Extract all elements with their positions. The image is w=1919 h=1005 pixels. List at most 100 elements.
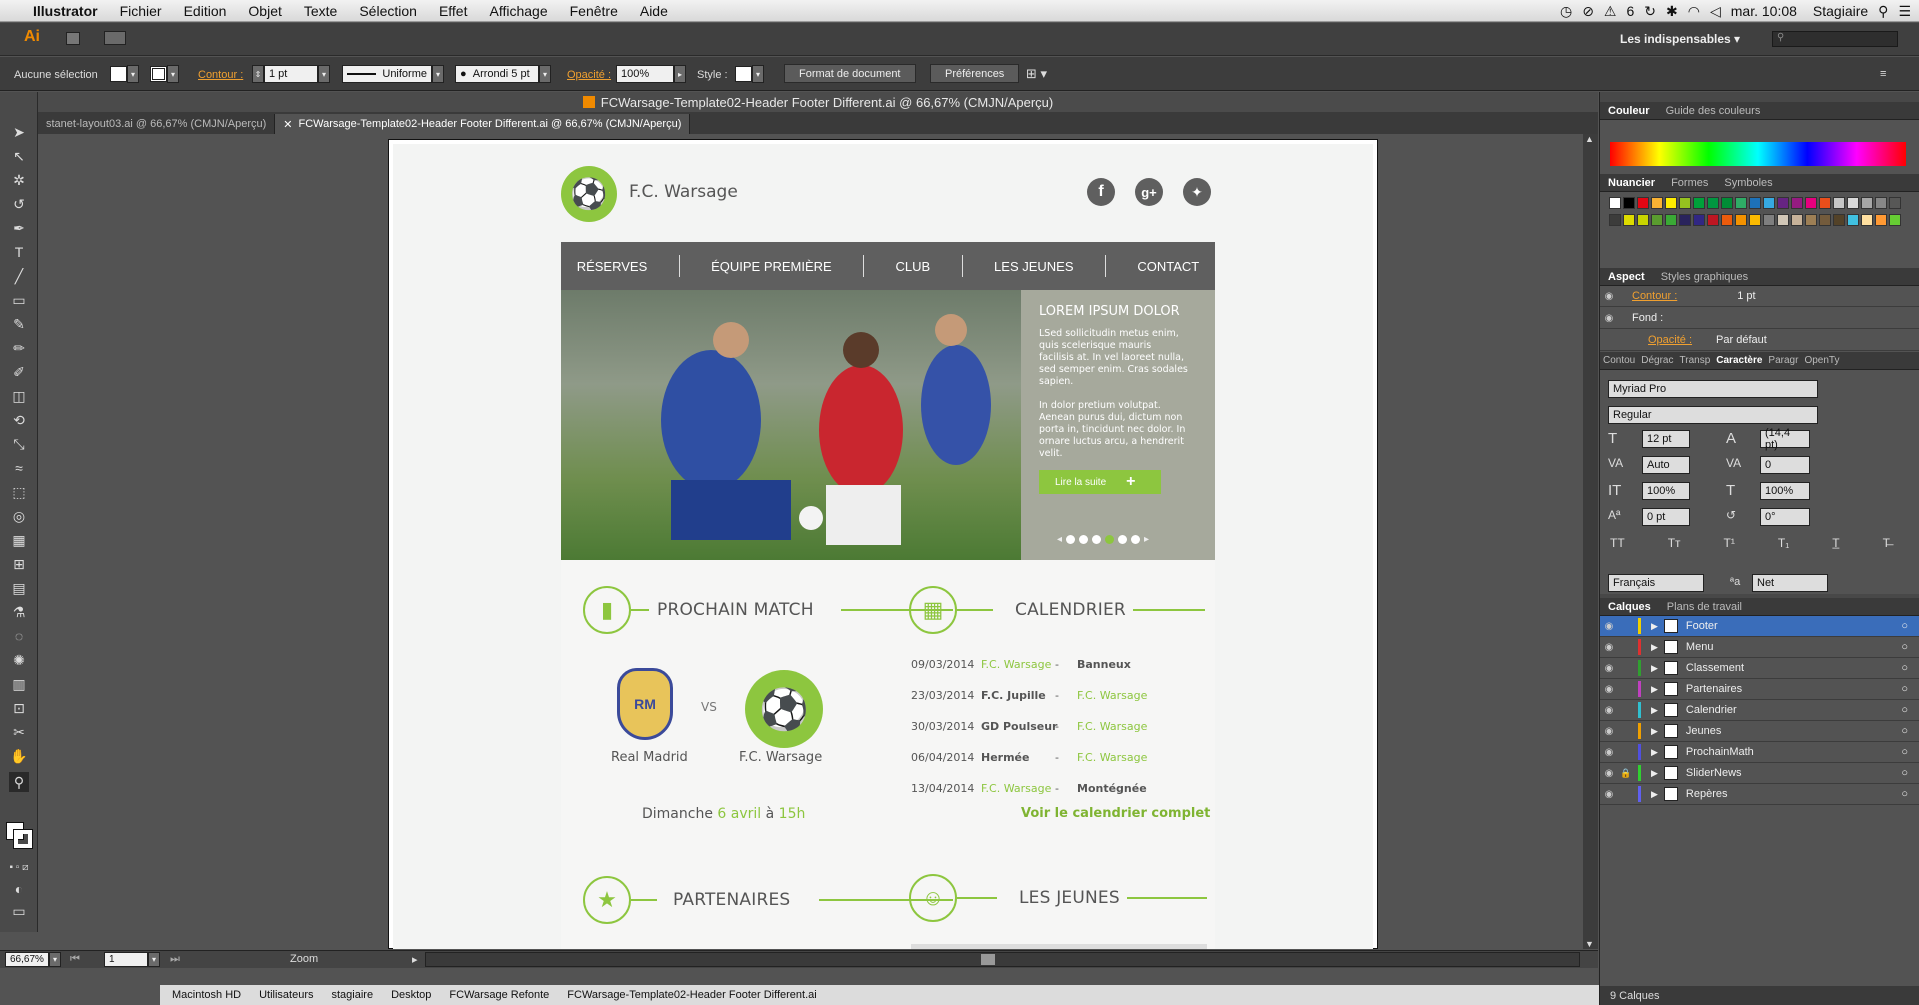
style-swatch[interactable]: ▾ (735, 65, 764, 83)
google-plus-icon[interactable]: g+ (1135, 178, 1163, 206)
target-circle-icon[interactable]: ○ (1901, 704, 1908, 716)
scroll-down-arrow[interactable]: ▼ (1585, 939, 1594, 949)
aspect-row-contour[interactable]: ◉ Contour : 1 pt (1600, 286, 1919, 307)
warp-tool-icon[interactable]: ≈ (9, 458, 29, 478)
nav-equipe-premiere[interactable]: ÉQUIPE PREMIÈRE (711, 259, 832, 274)
tab-close-icon[interactable]: ✕ (283, 118, 292, 131)
slider-dot[interactable] (1066, 535, 1076, 544)
prev-arrow-icon[interactable]: ◂ (1057, 534, 1062, 545)
workspace-switcher[interactable]: Les indispensables ▾ (1620, 32, 1740, 46)
color-swatch[interactable] (1679, 214, 1691, 226)
vertical-scrollbar[interactable]: ▲ ▼ (1583, 134, 1598, 949)
menu-fenetre[interactable]: Fenêtre (559, 3, 629, 19)
target-circle-icon[interactable]: ○ (1901, 767, 1908, 779)
color-swatch[interactable] (1623, 197, 1635, 209)
path-document[interactable]: FCWarsage-Template02-Header Footer Diffe… (567, 989, 816, 1001)
all-caps-icon[interactable]: TT (1610, 536, 1625, 550)
color-mode-icon[interactable]: ▪ ▫ ⧄ (9, 857, 29, 877)
color-swatch[interactable] (1693, 197, 1705, 209)
color-swatch[interactable] (1805, 197, 1817, 209)
slider-dot[interactable] (1079, 535, 1089, 544)
eye-icon[interactable]: ◉ (1600, 313, 1618, 324)
expand-arrow-icon[interactable]: ▶ (1651, 642, 1658, 653)
path-utilisateurs[interactable]: Utilisateurs (259, 989, 313, 1001)
clock[interactable]: mar. 10:08 (1731, 3, 1797, 19)
blob-brush-tool-icon[interactable]: ✐ (9, 362, 29, 382)
search-field[interactable]: ⚲ (1772, 31, 1898, 47)
target-circle-icon[interactable]: ○ (1901, 725, 1908, 737)
rectangle-tool-icon[interactable]: ▭ (9, 290, 29, 310)
free-transform-tool-icon[interactable]: ⬚ (9, 482, 29, 502)
arrange-documents-icon[interactable] (104, 31, 126, 45)
path-stagiaire[interactable]: stagiaire (331, 989, 373, 1001)
expand-arrow-icon[interactable]: ▶ (1651, 747, 1658, 758)
color-swatch[interactable] (1693, 214, 1705, 226)
color-swatch[interactable] (1847, 197, 1859, 209)
app-menu-illustrator[interactable]: Illustrator (22, 3, 109, 19)
tab-formes[interactable]: Formes (1663, 177, 1716, 189)
color-swatch[interactable] (1805, 214, 1817, 226)
stroke-weight-field[interactable]: ⇕ 1 pt ▾ (252, 65, 330, 83)
path-fcwarsage-refonte[interactable]: FCWarsage Refonte (449, 989, 549, 1001)
color-swatch[interactable] (1791, 214, 1803, 226)
rotate-tool-icon[interactable]: ⟲ (9, 410, 29, 430)
notification-icon[interactable]: ☰ (1898, 3, 1911, 20)
language-dropdown[interactable]: Français (1608, 574, 1704, 592)
color-swatch[interactable] (1861, 214, 1873, 226)
eraser-tool-icon[interactable]: ◫ (9, 386, 29, 406)
zoom-dropdown[interactable]: ▾ (49, 952, 61, 967)
color-swatch[interactable] (1749, 197, 1761, 209)
shape-builder-tool-icon[interactable]: ◎ (9, 506, 29, 526)
tracking-field[interactable]: 0 (1760, 456, 1810, 474)
nav-reserves[interactable]: RÉSERVES (577, 259, 648, 274)
font-size-field[interactable]: 12 pt (1642, 430, 1690, 448)
color-swatch[interactable] (1889, 214, 1901, 226)
expand-arrow-icon[interactable]: ▶ (1651, 621, 1658, 632)
color-swatch[interactable] (1637, 197, 1649, 209)
color-swatch[interactable] (1861, 197, 1873, 209)
layer-row[interactable]: ◉ ▶ Menu ○ (1600, 637, 1919, 658)
strikethrough-icon[interactable]: T̶ (1883, 536, 1890, 550)
layer-row[interactable]: ◉ ▶ Classement ○ (1600, 658, 1919, 679)
type-tool-icon[interactable]: T (9, 242, 29, 262)
font-family-field[interactable]: Myriad Pro (1608, 380, 1818, 398)
scale-tool-icon[interactable]: ⤡ (9, 434, 29, 454)
path-desktop[interactable]: Desktop (391, 989, 431, 1001)
lock-toggle[interactable]: 🔒 (1618, 768, 1634, 779)
layer-row[interactable]: ◉ ▶ Footer ○ (1600, 616, 1919, 637)
color-swatch[interactable] (1623, 214, 1635, 226)
eye-icon[interactable]: ◉ (1600, 768, 1618, 779)
tab-calques[interactable]: Calques (1600, 601, 1659, 613)
color-swatch[interactable] (1735, 214, 1747, 226)
layer-row[interactable]: ◉ ▶ Partenaires ○ (1600, 679, 1919, 700)
brush-tool-icon[interactable]: ✎ (9, 314, 29, 334)
eye-icon[interactable]: ◉ (1600, 291, 1618, 302)
pencil-tool-icon[interactable]: ✏ (9, 338, 29, 358)
zoom-field[interactable]: 66,67% (5, 952, 49, 967)
menu-effet[interactable]: Effet (428, 3, 479, 19)
color-swatch[interactable] (1763, 197, 1775, 209)
eye-icon[interactable]: ◉ (1600, 747, 1618, 758)
slice-tool-icon[interactable]: ✂ (9, 722, 29, 742)
nav-les-jeunes[interactable]: LES JEUNES (994, 259, 1073, 274)
blend-tool-icon[interactable]: ◌ (9, 626, 29, 646)
expand-arrow-icon[interactable]: ▶ (1651, 663, 1658, 674)
color-swatch[interactable] (1707, 197, 1719, 209)
color-swatch[interactable] (1749, 214, 1761, 226)
small-caps-icon[interactable]: Tт (1668, 536, 1681, 550)
panel-menu-icon[interactable]: ≡ (1880, 65, 1886, 83)
expand-arrow-icon[interactable]: ▶ (1651, 768, 1658, 779)
color-swatch[interactable] (1777, 197, 1789, 209)
color-swatch[interactable] (1833, 214, 1845, 226)
last-artboard-icon[interactable]: ⏭ (170, 953, 180, 966)
expand-arrow-icon[interactable]: ▶ (1651, 705, 1658, 716)
fill-stroke-indicator[interactable] (6, 822, 33, 849)
brush-dropdown[interactable]: ● Arrondi 5 pt ▾ (455, 65, 551, 83)
color-swatch[interactable] (1763, 214, 1775, 226)
vertical-scale-field[interactable]: 100% (1642, 482, 1690, 500)
underline-icon[interactable]: T̲ (1832, 536, 1839, 550)
eye-icon[interactable]: ◉ (1600, 684, 1618, 695)
menu-fichier[interactable]: Fichier (109, 3, 173, 19)
color-swatch[interactable] (1875, 197, 1887, 209)
layer-row[interactable]: ◉ ▶ Calendrier ○ (1600, 700, 1919, 721)
